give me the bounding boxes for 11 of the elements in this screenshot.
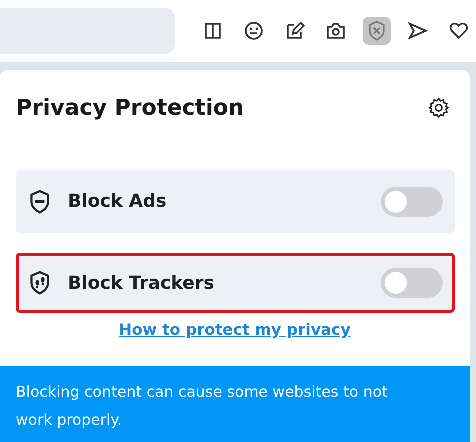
option-label: Block Trackers bbox=[68, 272, 216, 294]
warning-banner: Blocking content can cause some websites to not work properly. bbox=[0, 366, 470, 442]
toggle-switch[interactable] bbox=[381, 186, 443, 216]
shield-icon bbox=[28, 270, 52, 296]
option-label: Block Ads bbox=[68, 191, 168, 212]
toggle-switch[interactable] bbox=[381, 268, 443, 298]
privacy-link[interactable]: How to protect my privacy bbox=[119, 321, 351, 339]
popup-title: Privacy Protection bbox=[16, 96, 244, 120]
shield-icon[interactable] bbox=[363, 17, 391, 45]
settings-icon[interactable] bbox=[428, 97, 450, 119]
shield-icon bbox=[28, 188, 52, 214]
